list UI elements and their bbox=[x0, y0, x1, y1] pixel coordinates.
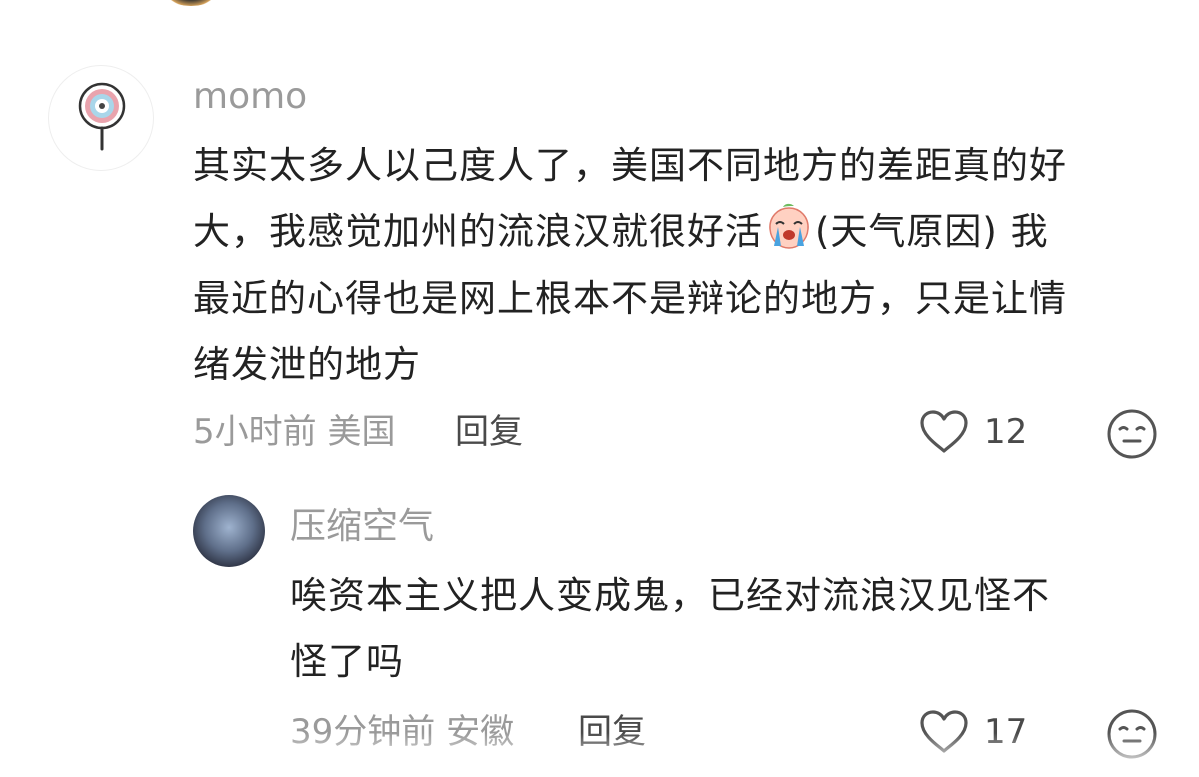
comment-text-segment: (天气原因) 我 bbox=[815, 210, 1049, 253]
comment-text-segment: 大，我感觉加州的流浪汉就很好活 bbox=[193, 210, 763, 253]
comment-username[interactable]: momo bbox=[193, 77, 307, 117]
like-button[interactable]: 12 bbox=[918, 409, 1027, 455]
lollipop-avatar-icon bbox=[78, 82, 126, 151]
reply-button[interactable]: 回复 bbox=[578, 712, 646, 752]
comment-text-line: 怪了吗 bbox=[290, 640, 404, 683]
comment-time: 5小时前 bbox=[193, 412, 317, 452]
avatar[interactable] bbox=[48, 65, 154, 171]
comment-location: 安徽 bbox=[446, 712, 515, 752]
crying-peach-emoji-icon bbox=[769, 203, 809, 249]
avatar[interactable] bbox=[193, 495, 265, 567]
previous-comment-avatar[interactable] bbox=[158, 0, 224, 6]
comment-text-line: 绪发泄的地方 bbox=[193, 343, 421, 386]
comment-time: 39分钟前 bbox=[290, 712, 436, 752]
heart-icon bbox=[920, 410, 968, 453]
comment-text-line: 大，我感觉加州的流浪汉就很好活 (天气原因) 我 bbox=[193, 198, 1049, 266]
like-count: 17 bbox=[984, 712, 1028, 752]
comment-meta: 39分钟前 安徽 bbox=[290, 712, 514, 752]
like-count: 12 bbox=[984, 412, 1028, 452]
comment-text-line: 最近的心得也是网上根本不是辩论的地方，只是让情 bbox=[193, 277, 1067, 320]
reply-button[interactable]: 回复 bbox=[455, 412, 523, 452]
like-button[interactable]: 17 bbox=[918, 709, 1027, 755]
comment-text-line: 其实太多人以己度人了，美国不同地方的差距真的好 bbox=[193, 144, 1067, 187]
heart-icon bbox=[920, 710, 968, 753]
emoji-reaction-icon[interactable] bbox=[1106, 708, 1158, 760]
comment-meta: 5小时前 美国 bbox=[193, 412, 395, 452]
emoji-reaction-icon[interactable] bbox=[1106, 408, 1158, 460]
comment-username[interactable]: 压缩空气 bbox=[290, 507, 434, 547]
comment-location: 美国 bbox=[327, 412, 396, 452]
comment-text-line: 唉资本主义把人变成鬼，已经对流浪汉见怪不 bbox=[290, 574, 1050, 617]
